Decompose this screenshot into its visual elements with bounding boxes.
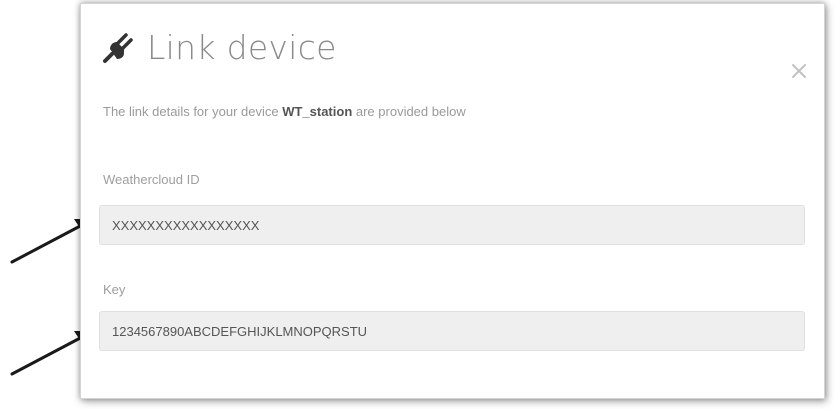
intro-after: are provided below [352,104,466,119]
dialog-title: Link device [147,27,337,67]
intro-text: The link details for your device WT_stat… [103,104,466,119]
intro-before: The link details for your device [103,104,283,119]
key-label: Key [103,282,126,297]
weathercloud-id-label: Weathercloud ID [103,172,200,187]
device-name: WT_station [282,104,353,119]
close-icon[interactable] [788,60,810,82]
link-device-dialog: Link device The link details for your de… [80,3,825,399]
dialog-header: Link device [99,22,337,72]
weathercloud-id-field[interactable] [99,205,805,245]
screenshot-stage: Link device The link details for your de… [0,0,835,409]
key-field[interactable] [99,311,805,351]
plug-icon [103,33,133,63]
